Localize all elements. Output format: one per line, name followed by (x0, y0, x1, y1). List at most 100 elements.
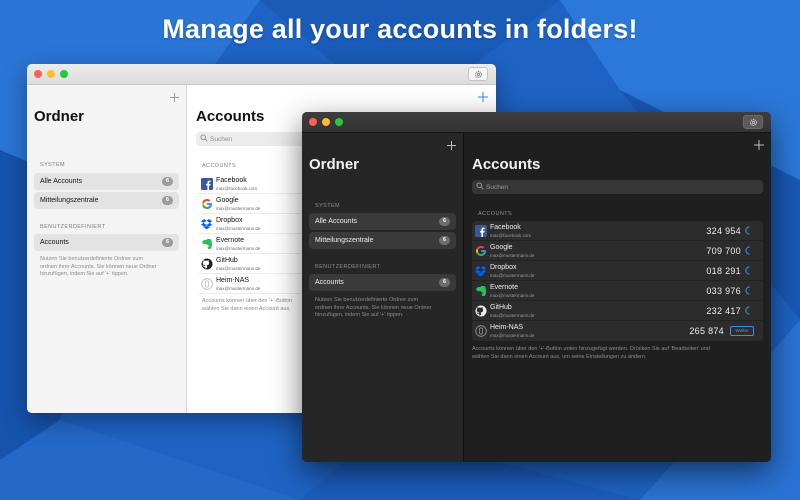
account-email: max@mustermann.de (490, 293, 535, 298)
account-name: Facebook (490, 224, 521, 231)
folder-sidebar: Ordner SYSTEM Alle Accounts 6 Mitteilung… (302, 133, 464, 462)
accounts-panel: Accounts Suchen ACCOUNTS Facebook max@fa… (465, 133, 771, 462)
accounts-footer-text: Accounts können über den '+'-Button unte… (472, 346, 710, 360)
sidebar-item-accounts[interactable]: Accounts 6 (309, 274, 456, 291)
account-email: max@facebook.com (490, 233, 532, 238)
minimize-button[interactable] (47, 70, 55, 78)
timer-ring-icon (745, 266, 750, 275)
timer-ring-icon (745, 306, 750, 315)
sidebar-item-label: Mitteilungszentrale (40, 197, 99, 204)
account-row-facebook[interactable]: Facebook max@facebook.com 324 954 (472, 221, 763, 241)
next-button[interactable]: Weiter (730, 326, 754, 336)
plus-icon (170, 93, 179, 102)
account-row-evernote[interactable]: Evernote max@mustermann.de 033 976 (472, 281, 763, 301)
sidebar-item-notification-center[interactable]: Mitteilungszentrale 6 (34, 192, 179, 209)
add-folder-button[interactable] (447, 138, 456, 153)
dark-window: Ordner SYSTEM Alle Accounts 6 Mitteilung… (302, 112, 771, 462)
section-label-accounts: ACCOUNTS (202, 163, 237, 169)
github-icon (475, 305, 487, 317)
count-badge: 6 (439, 217, 450, 226)
sidebar-item-notification-center[interactable]: Mitteilungszentrale 6 (309, 232, 456, 249)
otp-code: 265 874 (689, 326, 724, 336)
section-label-custom: BENUTZERDEFINIERT (315, 264, 381, 270)
otp-code: 018 291 (706, 266, 741, 276)
search-icon (200, 134, 208, 142)
account-name: Google (216, 197, 239, 204)
account-row-google[interactable]: Google max@mustermann.de 709 700 (472, 241, 763, 261)
dropbox-icon (201, 218, 213, 230)
add-account-button[interactable] (478, 90, 488, 105)
count-badge: 6 (439, 278, 450, 287)
close-button[interactable] (309, 118, 317, 126)
sidebar-item-all-accounts[interactable]: Alle Accounts 6 (34, 173, 179, 190)
otp-code: 033 976 (706, 286, 741, 296)
account-name: Evernote (216, 237, 245, 244)
minimize-button[interactable] (322, 118, 330, 126)
plus-icon (754, 140, 764, 150)
count-badge: 6 (162, 196, 173, 205)
folder-sidebar: Ordner SYSTEM Alle Accounts 6 Mitteilung… (27, 85, 187, 413)
dark-titlebar (302, 112, 771, 133)
account-email: max@mustermann.de (216, 286, 261, 291)
sidebar-item-label: Alle Accounts (315, 218, 358, 225)
add-folder-button[interactable] (170, 90, 179, 105)
nas-icon (201, 278, 213, 290)
account-name: Heim-NAS (490, 324, 524, 331)
otp-code: 324 954 (706, 226, 741, 236)
sidebar-help-text: Nutzen Sie benutzerdefinierte Ordner zum… (40, 256, 157, 277)
dropbox-icon (475, 265, 487, 277)
account-row-github[interactable]: GitHub max@mustermann.de 232 417 (472, 301, 763, 321)
section-label-system: SYSTEM (40, 162, 66, 168)
otp-code: 232 417 (706, 306, 741, 316)
account-name: GitHub (490, 304, 512, 311)
account-name: GitHub (216, 257, 238, 264)
account-name: Facebook (216, 177, 247, 184)
count-badge: 6 (162, 177, 173, 186)
account-name: Evernote (490, 284, 519, 291)
light-titlebar (27, 64, 496, 85)
account-row-heim-nas[interactable]: Heim-NAS max@mustermann.de 265 874 Weite… (472, 321, 763, 341)
maximize-button[interactable] (335, 118, 343, 126)
account-email: max@mustermann.de (216, 246, 261, 251)
sidebar-item-label: Alle Accounts (40, 178, 83, 185)
nas-icon (475, 325, 487, 337)
plus-icon (447, 141, 456, 150)
search-placeholder: Suchen (486, 183, 509, 191)
account-email: max@mustermann.de (216, 226, 261, 231)
google-icon (201, 198, 213, 210)
sidebar-title: Ordner (34, 108, 85, 125)
account-email: max@facebook.com (216, 186, 258, 191)
section-label-custom: BENUTZERDEFINIERT (40, 224, 106, 230)
account-row-dropbox[interactable]: Dropbox max@mustermann.de 018 291 (472, 261, 763, 281)
add-account-button[interactable] (754, 138, 764, 153)
account-list: Facebook max@facebook.com 324 954 Google… (472, 221, 763, 341)
headline: Manage all your accounts in folders! (162, 14, 638, 44)
settings-button[interactable] (468, 67, 488, 81)
account-email: max@mustermann.de (216, 206, 261, 211)
account-email: max@mustermann.de (216, 266, 261, 271)
search-placeholder: Suchen (210, 135, 233, 143)
evernote-icon (475, 285, 487, 297)
account-name: Dropbox (490, 264, 517, 271)
maximize-button[interactable] (60, 70, 68, 78)
sidebar-item-accounts[interactable]: Accounts 6 (34, 234, 179, 251)
sidebar-item-label: Accounts (315, 279, 344, 286)
count-badge: 6 (439, 236, 450, 245)
close-button[interactable] (34, 70, 42, 78)
sidebar-item-label: Mitteilungszentrale (315, 237, 374, 244)
github-icon (201, 258, 213, 270)
sidebar-item-all-accounts[interactable]: Alle Accounts 6 (309, 213, 456, 230)
accounts-footer-text: Accounts können über den '+'-Button wähl… (202, 298, 293, 312)
account-name: Dropbox (216, 217, 243, 224)
gear-icon (749, 118, 757, 126)
facebook-icon (201, 178, 213, 190)
evernote-icon (201, 238, 213, 250)
otp-code: 709 700 (706, 246, 741, 256)
section-label-system: SYSTEM (315, 203, 341, 209)
timer-ring-icon (745, 286, 750, 295)
section-label-accounts: ACCOUNTS (478, 211, 513, 217)
search-input[interactable]: Suchen (472, 180, 763, 194)
account-name: Heim-NAS (216, 277, 250, 284)
account-email: max@mustermann.de (490, 273, 535, 278)
settings-button[interactable] (743, 115, 763, 129)
